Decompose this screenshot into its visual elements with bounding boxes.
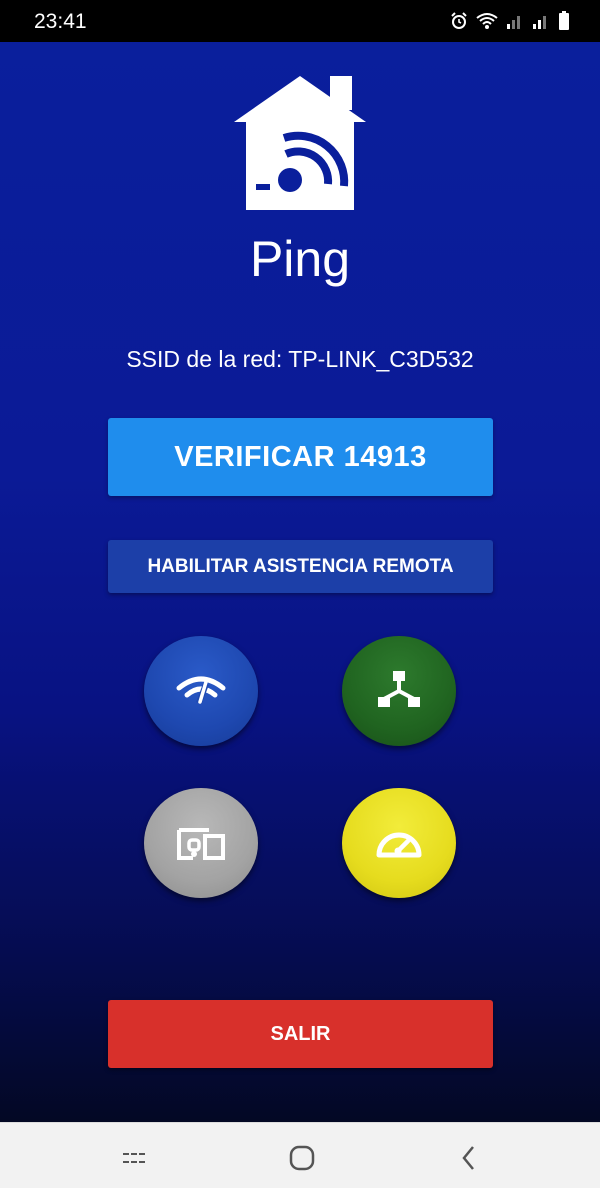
status-time: 23:41 xyxy=(34,10,87,33)
back-button[interactable] xyxy=(450,1143,490,1173)
ssid-text: SSID de la red: TP-LINK_C3D532 xyxy=(0,346,600,373)
signal-icon-2 xyxy=(532,12,550,30)
network-topology-button[interactable] xyxy=(342,636,456,746)
home-button[interactable] xyxy=(282,1143,322,1173)
ssid-value: TP-LINK_C3D532 xyxy=(288,346,474,372)
recents-button[interactable] xyxy=(115,1143,155,1173)
app-title: Ping xyxy=(249,231,351,287)
speedometer-button[interactable] xyxy=(342,788,456,898)
app-screen: Ping SSID de la red: TP-LINK_C3D532 VERIF… xyxy=(0,42,600,1122)
signal-icon xyxy=(506,12,524,30)
verify-button[interactable]: VERIFICAR 14913 xyxy=(108,418,493,496)
back-icon xyxy=(462,1146,474,1170)
wifi-speed-button[interactable] xyxy=(144,636,258,746)
devices-icon xyxy=(177,828,225,860)
speedometer-icon xyxy=(376,832,422,858)
home-icon xyxy=(289,1145,315,1171)
battery-icon xyxy=(558,11,570,31)
recents-icon xyxy=(123,1153,147,1163)
status-icons xyxy=(450,11,570,31)
status-bar: 23:41 xyxy=(0,0,600,42)
wifi-speed-icon xyxy=(176,676,226,705)
remote-assistance-button[interactable]: HABILITAR ASISTENCIA REMOTA xyxy=(108,540,493,593)
ssid-label: SSID de la red: xyxy=(126,346,283,372)
exit-button[interactable]: SALIR xyxy=(108,1000,493,1068)
alarm-icon xyxy=(450,12,468,30)
system-nav-bar xyxy=(0,1122,600,1188)
devices-button[interactable] xyxy=(144,788,258,898)
wifi-icon xyxy=(476,12,498,30)
home-wifi-logo-icon xyxy=(234,76,366,210)
network-topology-icon xyxy=(378,671,420,707)
